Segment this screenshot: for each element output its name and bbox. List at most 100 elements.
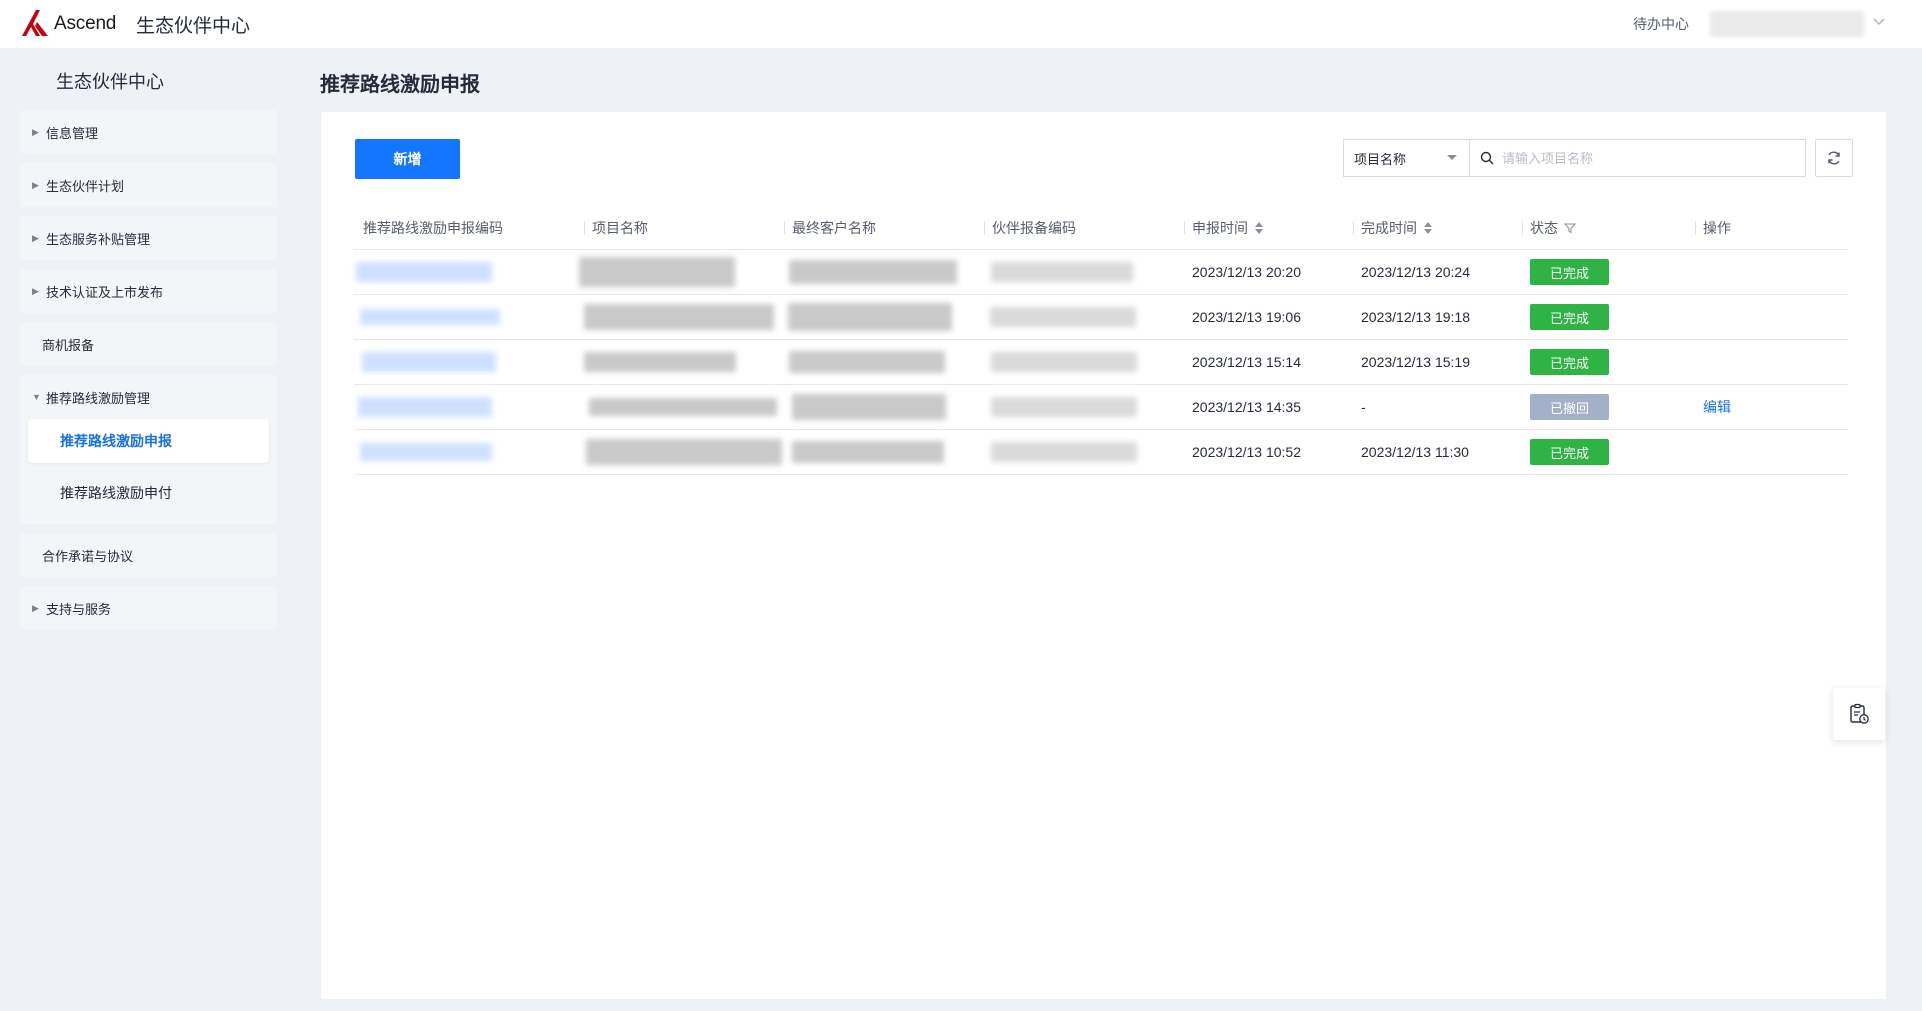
refresh-button[interactable] xyxy=(1815,139,1853,177)
sidebar-item-certification[interactable]: ▶ 技术认证及上市发布 xyxy=(20,269,277,313)
column-header-submit-time[interactable]: 申报时间 xyxy=(1184,206,1264,250)
customer-name-cell xyxy=(788,295,952,339)
declaration-code-link[interactable] xyxy=(362,340,496,384)
caret-right-icon: ▶ xyxy=(32,126,39,137)
filter-icon[interactable] xyxy=(1564,222,1576,234)
sidebar-item-route-incentive: ▼ 推荐路线激励管理 推荐路线激励申报 推荐路线激励申付 xyxy=(20,375,277,524)
customer-name-cell xyxy=(789,250,957,294)
sidebar-item-opportunity[interactable]: 商机报备 xyxy=(20,322,277,366)
project-name-cell xyxy=(579,250,735,294)
sidebar-item-label: 支持与服务 xyxy=(46,601,112,617)
top-bar: Ascend 生态伙伴中心 待办中心 xyxy=(0,0,1922,48)
sidebar-subitem-incentive-declare[interactable]: 推荐路线激励申报 xyxy=(28,419,269,463)
declaration-code-link[interactable] xyxy=(360,430,492,474)
sidebar-item-route-incentive-header[interactable]: ▼ 推荐路线激励管理 xyxy=(20,375,277,419)
declaration-code-link[interactable] xyxy=(360,295,500,339)
refresh-icon xyxy=(1828,151,1840,165)
caret-down-icon: ▼ xyxy=(32,392,41,402)
partner-code-cell xyxy=(991,430,1137,474)
customer-name-cell xyxy=(792,430,944,474)
status-badge: 已完成 xyxy=(1530,439,1609,465)
search-box xyxy=(1469,139,1806,177)
status-cell: 已完成 xyxy=(1530,430,1609,474)
table-header: 推荐路线激励申报编码 项目名称 最终客户名称 伙伴报备编码 申报时间 完成时间 … xyxy=(354,206,1848,250)
project-name-cell xyxy=(584,340,736,384)
column-header-partner-code: 伙伴报备编码 xyxy=(984,206,1076,250)
submit-time-cell: 2023/12/13 15:14 xyxy=(1192,354,1301,370)
clipboard-clock-icon xyxy=(1850,703,1869,724)
add-new-button[interactable]: 新增 xyxy=(355,139,460,179)
status-cell: 已完成 xyxy=(1530,340,1609,384)
complete-time-cell: 2023/12/13 11:30 xyxy=(1361,444,1469,460)
column-header-project: 项目名称 xyxy=(584,206,648,250)
declaration-table: 推荐路线激励申报编码 项目名称 最终客户名称 伙伴报备编码 申报时间 完成时间 … xyxy=(354,206,1848,475)
sort-icon[interactable] xyxy=(1423,221,1433,235)
user-account-box[interactable] xyxy=(1710,11,1864,37)
sidebar-item-info-management[interactable]: ▶ 信息管理 xyxy=(20,110,277,154)
table-row: 2023/12/13 19:06 2023/12/13 19:18 已完成 xyxy=(354,295,1848,340)
floating-task-button[interactable] xyxy=(1833,688,1885,740)
todo-center-link[interactable]: 待办中心 xyxy=(1633,14,1689,34)
sidebar-item-service-subsidy[interactable]: ▶ 生态服务补贴管理 xyxy=(20,216,277,260)
status-badge: 已完成 xyxy=(1530,304,1609,330)
column-header-customer: 最终客户名称 xyxy=(784,206,876,250)
sidebar-item-label: 信息管理 xyxy=(46,125,99,141)
status-badge: 已完成 xyxy=(1530,259,1609,285)
ascend-logo-icon[interactable] xyxy=(20,8,50,38)
complete-time-cell: 2023/12/13 20:24 xyxy=(1361,264,1470,280)
submit-time-cell: 2023/12/13 20:20 xyxy=(1192,264,1301,280)
status-cell: 已完成 xyxy=(1530,250,1609,294)
search-field-select[interactable]: 项目名称 xyxy=(1343,139,1469,177)
sidebar-item-label: 合作承诺与协议 xyxy=(42,548,134,564)
submit-time-cell: 2023/12/13 14:35 xyxy=(1192,399,1301,415)
submit-time-cell: 2023/12/13 19:06 xyxy=(1192,309,1301,325)
search-field-selected: 项目名称 xyxy=(1354,151,1407,167)
caret-right-icon: ▶ xyxy=(32,602,39,613)
caret-right-icon: ▶ xyxy=(32,179,39,190)
project-name-cell xyxy=(589,385,777,429)
status-cell: 已撤回 xyxy=(1530,385,1609,429)
table-row: 2023/12/13 14:35 - 已撤回 编辑 xyxy=(354,385,1848,430)
sidebar-item-label: 生态伙伴计划 xyxy=(46,178,125,194)
brand-name[interactable]: Ascend xyxy=(54,13,116,35)
sidebar-item-agreements[interactable]: 合作承诺与协议 xyxy=(20,533,277,577)
partner-code-cell xyxy=(991,250,1133,294)
sidebar-item-label: 推荐路线激励管理 xyxy=(46,390,151,406)
search-icon xyxy=(1480,151,1494,165)
status-badge: 已完成 xyxy=(1530,349,1609,375)
app-title[interactable]: 生态伙伴中心 xyxy=(136,11,250,38)
declaration-code-link[interactable] xyxy=(358,385,492,429)
sidebar-item-partner-plan[interactable]: ▶ 生态伙伴计划 xyxy=(20,163,277,207)
sort-icon[interactable] xyxy=(1254,221,1264,235)
search-input[interactable] xyxy=(1502,150,1792,166)
edit-link[interactable]: 编辑 xyxy=(1703,385,1731,429)
sidebar-item-label: 生态服务补贴管理 xyxy=(46,231,151,247)
project-name-cell xyxy=(586,430,782,474)
sidebar-item-support[interactable]: ▶ 支持与服务 xyxy=(20,586,277,630)
chevron-down-icon[interactable] xyxy=(1870,12,1888,30)
table-row: 2023/12/13 15:14 2023/12/13 15:19 已完成 xyxy=(354,340,1848,385)
column-header-status[interactable]: 状态 xyxy=(1522,206,1576,250)
caret-right-icon: ▶ xyxy=(32,285,39,296)
dropdown-arrow-icon xyxy=(1447,155,1457,160)
table-row: 2023/12/13 20:20 2023/12/13 20:24 已完成 xyxy=(354,250,1848,295)
status-cell: 已完成 xyxy=(1530,295,1609,339)
partner-code-cell xyxy=(991,385,1137,429)
column-header-action: 操作 xyxy=(1695,206,1731,250)
sidebar-subitem-incentive-payment[interactable]: 推荐路线激励申付 xyxy=(20,471,277,515)
customer-name-cell xyxy=(792,385,946,429)
project-name-cell xyxy=(584,295,774,339)
sidebar-item-label: 技术认证及上市发布 xyxy=(46,284,164,300)
sidebar-item-label: 商机报备 xyxy=(42,337,95,353)
complete-time-cell: 2023/12/13 15:19 xyxy=(1361,354,1470,370)
declaration-code-link[interactable] xyxy=(356,250,492,294)
column-header-complete-time[interactable]: 完成时间 xyxy=(1353,206,1433,250)
complete-time-cell: 2023/12/13 19:18 xyxy=(1361,309,1470,325)
partner-code-cell xyxy=(990,295,1136,339)
complete-time-cell: - xyxy=(1361,399,1366,415)
page-title: 推荐路线激励申报 xyxy=(320,74,480,96)
content-card: 新增 项目名称 推荐路线激励申报编码 项目名称 最终客户名称 伙伴报备编码 申报… xyxy=(321,112,1886,999)
partner-code-cell xyxy=(991,340,1137,384)
sidebar-title: 生态伙伴中心 xyxy=(56,72,164,92)
customer-name-cell xyxy=(789,340,945,384)
